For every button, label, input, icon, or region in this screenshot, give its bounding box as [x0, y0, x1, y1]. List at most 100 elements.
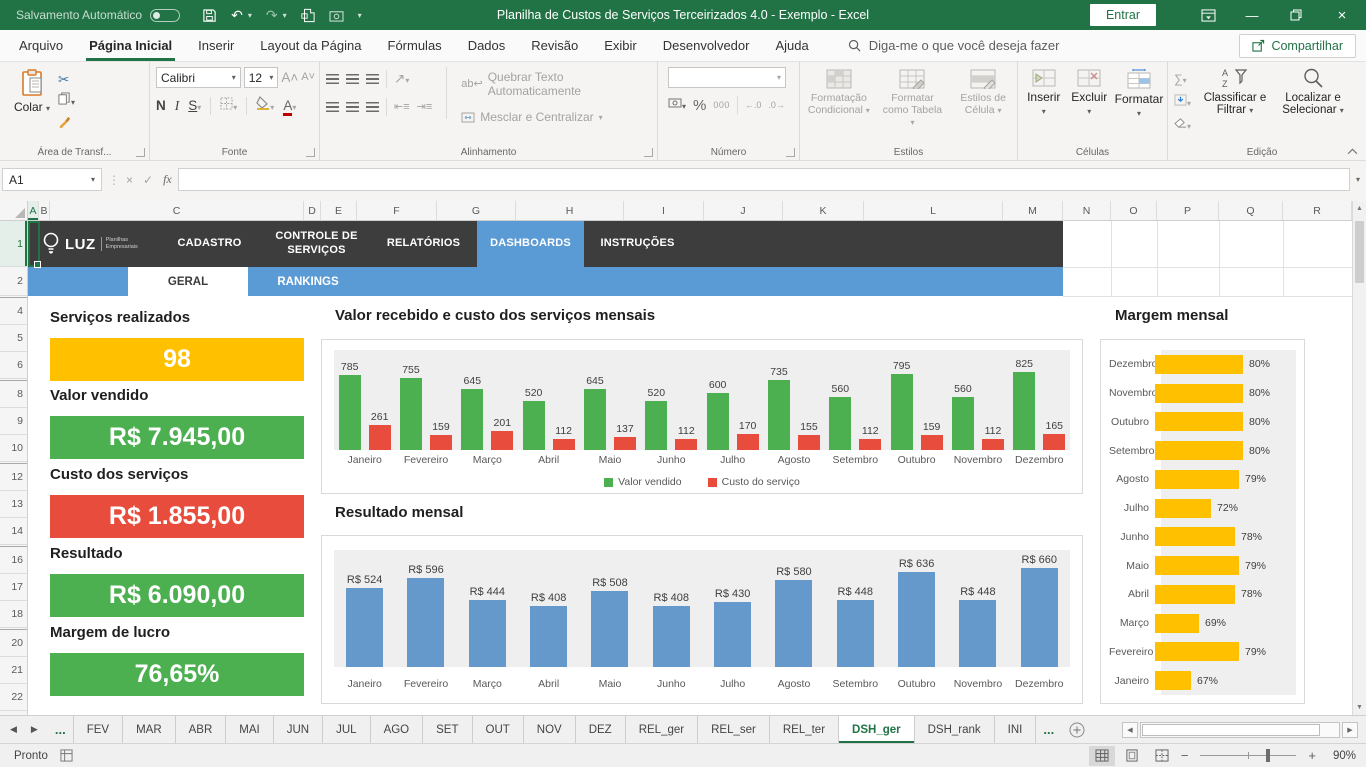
- underline-button[interactable]: S: [188, 98, 197, 113]
- paste-button[interactable]: Colar ▾: [6, 69, 58, 133]
- sheet-tab-dsh_rank[interactable]: DSH_rank: [915, 716, 995, 743]
- camera-button[interactable]: [329, 9, 344, 22]
- ribbon-tab-pagina-inicial[interactable]: Página Inicial: [76, 30, 185, 61]
- sheet-tab-ago[interactable]: AGO: [371, 716, 424, 743]
- row-header-4[interactable]: 4: [0, 298, 27, 325]
- undo-button[interactable]: ↶: [231, 7, 243, 24]
- column-header-i[interactable]: I: [624, 201, 704, 220]
- accounting-format-button[interactable]: ▾: [668, 96, 686, 114]
- align-right-button[interactable]: [366, 102, 379, 112]
- increase-indent-button[interactable]: ⇥≡: [417, 102, 433, 113]
- decrease-font-button[interactable]: A˅: [301, 72, 315, 83]
- font-color-button[interactable]: A▾: [283, 97, 296, 115]
- row-header-10[interactable]: 10: [0, 435, 27, 462]
- align-middle-button[interactable]: [346, 74, 359, 84]
- ribbon-tab-ajuda[interactable]: Ajuda: [762, 30, 821, 61]
- expand-formula-bar-button[interactable]: ▾: [1356, 175, 1360, 184]
- sheet-tab-ini[interactable]: INI: [995, 716, 1037, 743]
- decrease-indent-button[interactable]: ⇤≡: [394, 102, 410, 113]
- conditional-formatting-button[interactable]: Formatação Condicional ▾: [806, 69, 872, 128]
- sheet-tab-rel_ger[interactable]: REL_ger: [626, 716, 698, 743]
- orientation-button[interactable]: ↗▾: [394, 72, 409, 86]
- nav-item-dashboards[interactable]: DASHBOARDS: [477, 221, 584, 267]
- ribbon-tab-exibir[interactable]: Exibir: [591, 30, 650, 61]
- zoom-in-button[interactable]: +: [1306, 748, 1318, 763]
- print-preview-button[interactable]: [301, 8, 315, 23]
- copy-button[interactable]: ▾: [58, 92, 75, 110]
- column-header-r[interactable]: R: [1283, 201, 1352, 220]
- column-header-j[interactable]: J: [704, 201, 783, 220]
- sort-filter-button[interactable]: AZ Classificar e Filtrar ▾: [1201, 67, 1269, 134]
- number-dialog-launcher[interactable]: [786, 148, 795, 157]
- sheet-tab-jun[interactable]: JUN: [274, 716, 323, 743]
- column-header-m[interactable]: M: [1003, 201, 1063, 220]
- zoom-level[interactable]: 90%: [1322, 750, 1356, 762]
- number-format-select[interactable]: ▾: [668, 67, 786, 88]
- nav-item-controle-de-servicos[interactable]: CONTROLE DE SERVIÇOS: [263, 221, 370, 267]
- row-header-12[interactable]: 12: [0, 464, 27, 491]
- tell-me-search[interactable]: Diga-me o que você deseja fazer: [848, 38, 1060, 53]
- clear-button[interactable]: ▾: [1174, 116, 1191, 134]
- borders-button[interactable]: ▾: [220, 97, 237, 115]
- restore-button[interactable]: [1274, 0, 1318, 30]
- ribbon-tab-dados[interactable]: Dados: [455, 30, 519, 61]
- name-box[interactable]: A1▾: [2, 168, 102, 191]
- ribbon-tab-inserir[interactable]: Inserir: [185, 30, 247, 61]
- clipboard-dialog-launcher[interactable]: [136, 148, 145, 157]
- row-header-13[interactable]: 13: [0, 491, 27, 518]
- align-top-button[interactable]: [326, 74, 339, 84]
- ribbon-tab-formulas[interactable]: Fórmulas: [375, 30, 455, 61]
- zoom-out-button[interactable]: −: [1179, 748, 1191, 763]
- sheet-overflow-right[interactable]: ...: [1036, 716, 1061, 743]
- vertical-scroll-thumb[interactable]: [1355, 221, 1364, 283]
- font-dialog-launcher[interactable]: [306, 148, 315, 157]
- underline-dropdown-icon[interactable]: ▾: [197, 103, 201, 112]
- paste-dropdown-icon[interactable]: ▾: [46, 104, 50, 113]
- horizontal-scrollbar[interactable]: ◀ ▶: [1122, 716, 1366, 743]
- format-cells-button[interactable]: Formatar▾: [1115, 69, 1163, 118]
- row-header-20[interactable]: 20: [0, 630, 27, 657]
- qat-customize-button[interactable]: ▾: [358, 11, 362, 20]
- sheet-tab-set[interactable]: SET: [423, 716, 472, 743]
- sheet-tab-nov[interactable]: NOV: [524, 716, 576, 743]
- row-header-18[interactable]: 18: [0, 601, 27, 628]
- zoom-slider-thumb[interactable]: [1266, 749, 1270, 762]
- hscroll-track[interactable]: [1140, 722, 1340, 738]
- row-header-21[interactable]: 21: [0, 657, 27, 684]
- nav-item-instrucoes[interactable]: INSTRUÇÕES: [584, 221, 691, 267]
- redo-dropdown-icon[interactable]: ▾: [283, 11, 287, 20]
- page-layout-view-button[interactable]: [1119, 746, 1145, 766]
- increase-decimal-button[interactable]: ←.0: [745, 101, 762, 110]
- save-button[interactable]: [202, 8, 217, 23]
- sheet-tab-mai[interactable]: MAI: [226, 716, 273, 743]
- scroll-up-arrow[interactable]: ▲: [1353, 205, 1366, 212]
- format-painter-button[interactable]: [58, 115, 75, 133]
- share-button[interactable]: Compartilhar: [1239, 34, 1356, 58]
- sheet-tab-rel_ter[interactable]: REL_ter: [770, 716, 839, 743]
- sheet-tab-dsh_ger[interactable]: DSH_ger: [839, 716, 915, 743]
- page-break-view-button[interactable]: [1149, 746, 1175, 766]
- increase-font-button[interactable]: A˄: [281, 71, 298, 85]
- nav-item-relatorios[interactable]: RELATÓRIOS: [370, 221, 477, 267]
- font-name-select[interactable]: Calibri▾: [156, 67, 241, 88]
- column-header-d[interactable]: D: [304, 201, 321, 220]
- zoom-slider[interactable]: [1200, 755, 1296, 756]
- ribbon-tab-desenvolvedor[interactable]: Desenvolvedor: [650, 30, 763, 61]
- cancel-entry-button[interactable]: ×: [126, 173, 133, 187]
- align-center-button[interactable]: [346, 102, 359, 112]
- sheet-tab-mar[interactable]: MAR: [123, 716, 176, 743]
- subtab-geral[interactable]: GERAL: [128, 267, 248, 296]
- insert-cells-button[interactable]: Inserir▾: [1024, 69, 1064, 118]
- column-header-l[interactable]: L: [864, 201, 1003, 220]
- sheet-tab-dez[interactable]: DEZ: [576, 716, 626, 743]
- cells-canvas[interactable]: LUZ Planilhas Empresariais CADASTROCONTR…: [28, 221, 1352, 715]
- autosave-toggle[interactable]: Salvamento Automático: [16, 8, 180, 22]
- format-as-table-button[interactable]: Formatar como Tabela ▾: [880, 69, 946, 128]
- row-header-16[interactable]: 16: [0, 547, 27, 574]
- decrease-decimal-button[interactable]: .0→: [768, 101, 785, 110]
- sheet-tab-out[interactable]: OUT: [473, 716, 524, 743]
- hscroll-thumb[interactable]: [1142, 724, 1320, 736]
- bold-button[interactable]: N: [156, 99, 166, 113]
- hscroll-right-arrow[interactable]: ▶: [1342, 722, 1358, 738]
- sheet-tab-rel_ser[interactable]: REL_ser: [698, 716, 770, 743]
